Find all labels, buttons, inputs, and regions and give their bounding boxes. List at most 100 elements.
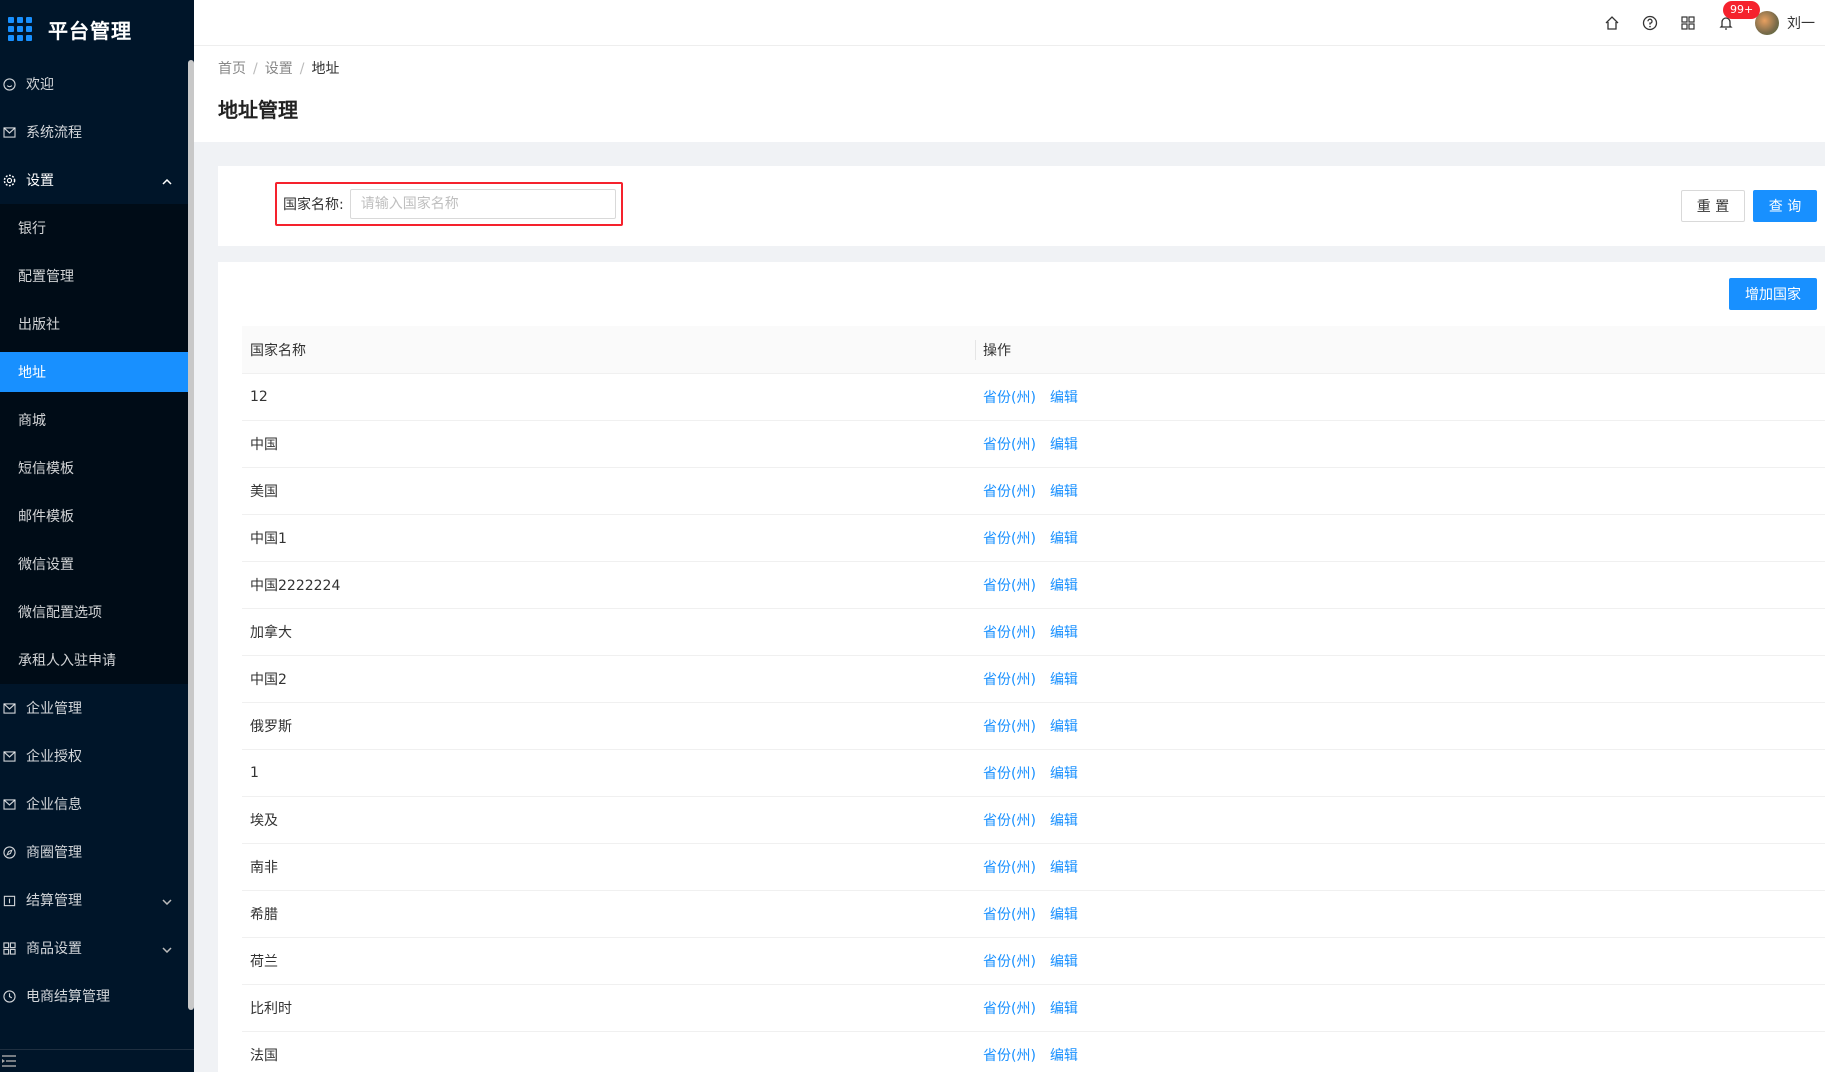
sidebar-subitem-2[interactable]: 出版社 bbox=[0, 300, 188, 348]
country-name-cell: 中国1 bbox=[242, 514, 975, 562]
country-name-input[interactable] bbox=[349, 189, 616, 219]
table-row: 12 省份(州) 编辑 bbox=[242, 373, 1825, 421]
provinces-link[interactable]: 省份(州) bbox=[983, 1048, 1036, 1064]
sidebar-item-label: 系统流程 bbox=[26, 125, 82, 141]
sidebar-item-label: 企业管理 bbox=[26, 701, 82, 717]
country-name-cell: 南非 bbox=[242, 843, 975, 891]
question-circle-icon bbox=[1642, 15, 1658, 30]
sidebar-subitem-label: 邮件模板 bbox=[18, 509, 74, 525]
sidebar-subitem-3[interactable]: 地址 bbox=[0, 352, 188, 392]
provinces-link[interactable]: 省份(州) bbox=[983, 719, 1036, 735]
provinces-link[interactable]: 省份(州) bbox=[983, 1001, 1036, 1017]
edit-link[interactable]: 编辑 bbox=[1050, 1001, 1078, 1017]
home-button[interactable] bbox=[1593, 0, 1631, 45]
apps-button[interactable] bbox=[1669, 0, 1707, 45]
sidebar-subitem-0[interactable]: 银行 bbox=[0, 204, 188, 252]
home-icon bbox=[1605, 15, 1619, 30]
edit-link[interactable]: 编辑 bbox=[1050, 484, 1078, 500]
sidebar-item-5[interactable]: 企业信息 bbox=[0, 780, 188, 828]
sidebar-item-8[interactable]: 商品设置 bbox=[0, 924, 188, 972]
sidebar-item-6[interactable]: 商圈管理 bbox=[0, 828, 188, 876]
sidebar-item-3[interactable]: 企业管理 bbox=[0, 684, 188, 732]
reset-button[interactable]: 重 置 bbox=[1681, 190, 1745, 222]
provinces-link[interactable]: 省份(州) bbox=[983, 766, 1036, 782]
compass-icon bbox=[2, 845, 16, 859]
table-row: 中国2222224 省份(州) 编辑 bbox=[242, 561, 1825, 609]
sidebar-subitem-label: 银行 bbox=[18, 221, 46, 237]
actions-cell: 省份(州) 编辑 bbox=[975, 420, 1825, 468]
menu-fold-icon bbox=[2, 1055, 16, 1067]
sidebar-subitem-9[interactable]: 承租人入驻申请 bbox=[0, 636, 188, 684]
sidebar-item-label: 企业授权 bbox=[26, 749, 82, 765]
sidebar-item-label: 商圈管理 bbox=[26, 845, 82, 861]
edit-link[interactable]: 编辑 bbox=[1050, 813, 1078, 829]
edit-link[interactable]: 编辑 bbox=[1050, 766, 1078, 782]
mail-icon bbox=[2, 125, 16, 139]
provinces-link[interactable]: 省份(州) bbox=[983, 860, 1036, 876]
help-button[interactable] bbox=[1631, 0, 1669, 45]
sidebar-subitem-7[interactable]: 微信设置 bbox=[0, 540, 188, 588]
sidebar: 平台管理 欢迎系统流程设置银行配置管理 出版社地址商城短信模板邮件模板微信设置微信… bbox=[0, 0, 194, 1072]
settings-submenu: 银行配置管理 出版社地址商城短信模板邮件模板微信设置微信配置选项 承租人入驻申请 bbox=[0, 204, 188, 684]
edit-link[interactable]: 编辑 bbox=[1050, 954, 1078, 970]
provinces-link[interactable]: 省份(州) bbox=[983, 531, 1036, 547]
edit-link[interactable]: 编辑 bbox=[1050, 625, 1078, 641]
edit-link[interactable]: 编辑 bbox=[1050, 531, 1078, 547]
table-row: 荷兰 省份(州) 编辑 bbox=[242, 937, 1825, 985]
edit-link[interactable]: 编辑 bbox=[1050, 860, 1078, 876]
provinces-link[interactable]: 省份(州) bbox=[983, 672, 1036, 688]
add-country-button[interactable]: 增加国家 bbox=[1729, 278, 1817, 310]
sidebar-item-7[interactable]: 结算管理 bbox=[0, 876, 188, 924]
provinces-link[interactable]: 省份(州) bbox=[983, 390, 1036, 406]
sidebar-subitem-6[interactable]: 邮件模板 bbox=[0, 492, 188, 540]
provinces-link[interactable]: 省份(州) bbox=[983, 813, 1036, 829]
query-button[interactable]: 查 询 bbox=[1753, 190, 1817, 222]
sidebar-item-4[interactable]: 企业授权 bbox=[0, 732, 188, 780]
provinces-link[interactable]: 省份(州) bbox=[983, 578, 1036, 594]
country-name-cell: 希腊 bbox=[242, 890, 975, 938]
country-name-cell: 美国 bbox=[242, 467, 975, 515]
edit-link[interactable]: 编辑 bbox=[1050, 719, 1078, 735]
provinces-link[interactable]: 省份(州) bbox=[983, 437, 1036, 453]
appstore-icon bbox=[1681, 15, 1695, 30]
sidebar-subitem-label: 短信模板 bbox=[18, 461, 74, 477]
breadcrumb-home[interactable]: 首页 bbox=[218, 61, 246, 77]
sidebar-subitem-5[interactable]: 短信模板 bbox=[0, 444, 188, 492]
table-row: 加拿大 省份(州) 编辑 bbox=[242, 608, 1825, 656]
sidebar-scrollbar[interactable] bbox=[188, 60, 194, 1010]
provinces-link[interactable]: 省份(州) bbox=[983, 625, 1036, 641]
sidebar-subitem-1[interactable]: 配置管理 bbox=[0, 252, 188, 300]
edit-link[interactable]: 编辑 bbox=[1050, 672, 1078, 688]
page-title: 地址管理 bbox=[218, 98, 298, 122]
breadcrumb-settings[interactable]: 设置 bbox=[265, 61, 293, 77]
edit-link[interactable]: 编辑 bbox=[1050, 437, 1078, 453]
collapse-menu-button[interactable] bbox=[0, 1049, 194, 1072]
edit-link[interactable]: 编辑 bbox=[1050, 578, 1078, 594]
edit-link[interactable]: 编辑 bbox=[1050, 390, 1078, 406]
sidebar-subitem-label: 微信设置 bbox=[18, 557, 74, 573]
sidebar-item-1[interactable]: 系统流程 bbox=[0, 108, 188, 156]
column-header-country-name: 国家名称 bbox=[242, 326, 975, 374]
provinces-link[interactable]: 省份(州) bbox=[983, 484, 1036, 500]
edit-link[interactable]: 编辑 bbox=[1050, 1048, 1078, 1064]
sidebar-item-label: 电商结算管理 bbox=[26, 989, 110, 1005]
apps-grid-icon bbox=[8, 17, 32, 41]
actions-cell: 省份(州) 编辑 bbox=[975, 843, 1825, 891]
sidebar-subitem-8[interactable]: 微信配置选项 bbox=[0, 588, 188, 636]
column-header-actions: 操作 bbox=[975, 326, 1825, 374]
calendar-icon bbox=[2, 893, 16, 907]
provinces-link[interactable]: 省份(州) bbox=[983, 954, 1036, 970]
country-name-cell: 比利时 bbox=[242, 984, 975, 1032]
logo[interactable]: 平台管理 bbox=[0, 0, 194, 58]
notification-button[interactable]: 99+ bbox=[1707, 0, 1761, 45]
sidebar-menu: 欢迎系统流程设置银行配置管理 出版社地址商城短信模板邮件模板微信设置微信配置选项承… bbox=[0, 60, 188, 1020]
provinces-link[interactable]: 省份(州) bbox=[983, 907, 1036, 923]
sidebar-item-0[interactable]: 欢迎 bbox=[0, 60, 188, 108]
sidebar-item-9[interactable]: 电商结算管理 bbox=[0, 972, 188, 1020]
mail-icon bbox=[2, 749, 16, 763]
breadcrumb-current: 地址 bbox=[311, 61, 340, 77]
sidebar-item-2[interactable]: 设置 bbox=[0, 156, 188, 204]
sidebar-subitem-4[interactable]: 商城 bbox=[0, 396, 188, 444]
sidebar-subitem-label: 地址 bbox=[18, 365, 46, 381]
edit-link[interactable]: 编辑 bbox=[1050, 907, 1078, 923]
